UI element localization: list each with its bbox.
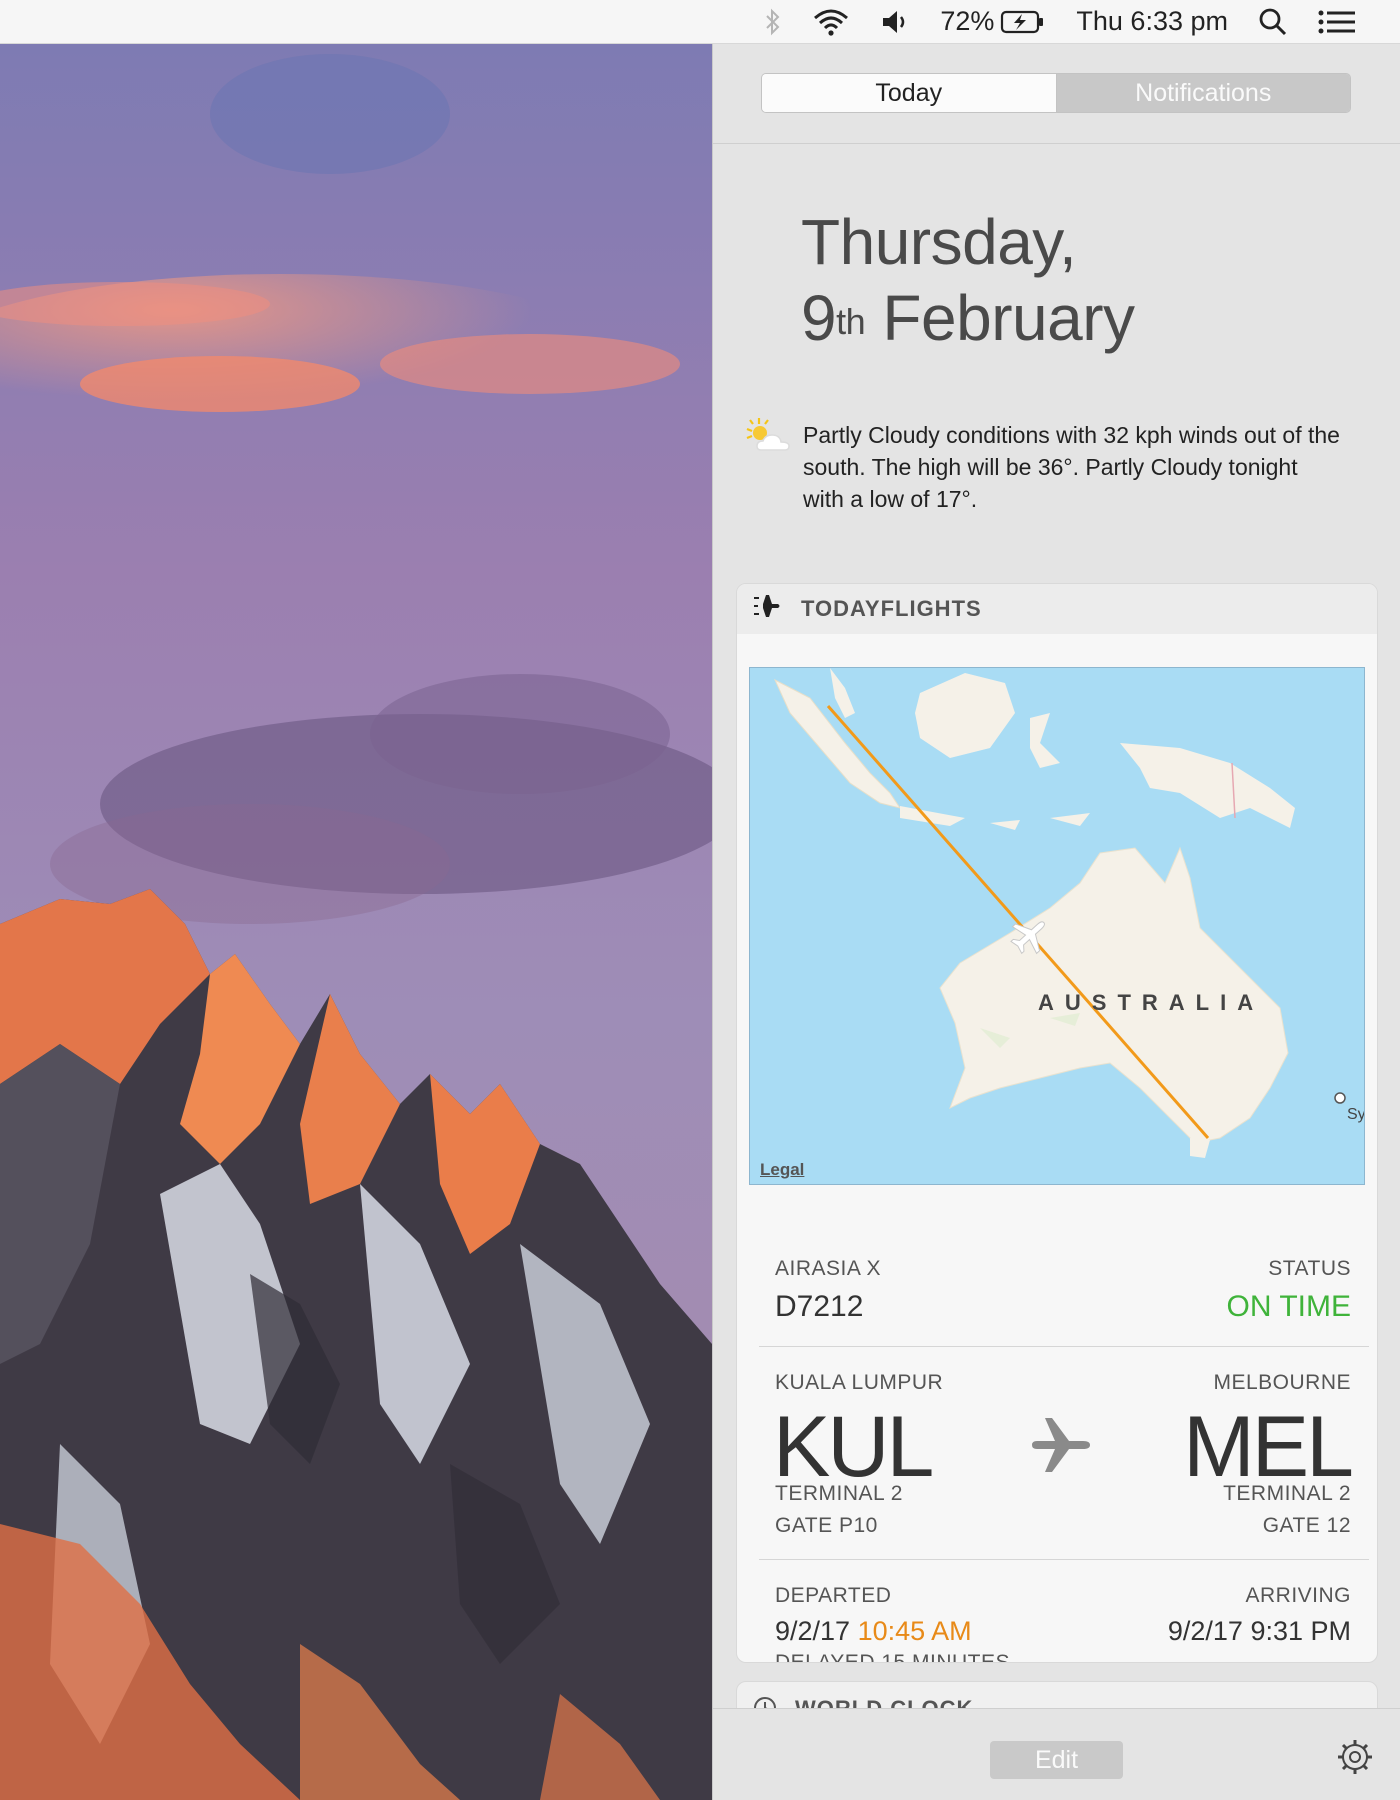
date-month: February (882, 282, 1135, 354)
segmented-control-area: Today Notifications (713, 44, 1400, 144)
origin-code: KUL (773, 1399, 934, 1495)
airplane-icon (1027, 1412, 1093, 1483)
airline-name: AIRASIA X (775, 1257, 882, 1280)
edit-button[interactable]: Edit (990, 1741, 1123, 1779)
origin-city: KUALA LUMPUR (775, 1371, 944, 1394)
map-legal-link[interactable]: Legal (760, 1160, 804, 1180)
date-day: 9 (801, 282, 837, 354)
departed-label: DEPARTED (775, 1584, 892, 1607)
flight-number: D7212 (775, 1290, 864, 1323)
date-heading: Thursday, 9th February (801, 204, 1135, 356)
delay-notice: DELAYED 15 MINUTES (775, 1651, 1011, 1663)
weather-summary: Partly Cloudy conditions with 32 kph win… (803, 422, 1340, 512)
flight-map[interactable]: AUSTRALIA Sy Legal (749, 667, 1365, 1185)
gear-icon[interactable] (1337, 1739, 1373, 1780)
view-segmented-control: Today Notifications (761, 73, 1351, 113)
departed-time: 10:45 AM (857, 1616, 972, 1646)
status-badge: ON TIME (1226, 1290, 1351, 1323)
departed-datetime: 9/2/17 10:45 AM (775, 1616, 972, 1647)
desktop-wallpaper (0, 44, 712, 1800)
departed-date: 9/2/17 (775, 1616, 851, 1646)
wifi-icon[interactable] (812, 7, 850, 37)
widget-header: TODAYFLIGHTS (737, 584, 1377, 634)
date-weekday: Thursday, (801, 206, 1077, 278)
destination-gate: GATE 12 (1262, 1514, 1351, 1537)
airplane-departing-icon (753, 594, 781, 624)
map-region-label: AUSTRALIA (1038, 990, 1265, 1015)
battery-charging-icon (1000, 9, 1046, 35)
destination-city: MELBOURNE (1213, 1371, 1351, 1394)
widget-title: TODAYFLIGHTS (801, 596, 982, 621)
battery-status[interactable]: 72% (940, 6, 1046, 37)
divider (759, 1346, 1369, 1347)
volume-icon[interactable] (880, 8, 910, 36)
partly-cloudy-icon (743, 416, 795, 461)
menubar-clock[interactable]: Thu 6:33 pm (1076, 6, 1228, 37)
bottom-bar: Edit (713, 1708, 1400, 1800)
battery-percent: 72% (940, 6, 995, 36)
tab-today[interactable]: Today (762, 74, 1056, 112)
tab-notifications[interactable]: Notifications (1055, 74, 1350, 112)
spotlight-search-icon[interactable] (1258, 7, 1288, 37)
arriving-datetime: 9/2/17 9:31 PM (1167, 1616, 1351, 1646)
menu-bar: 72% Thu 6:33 pm (0, 0, 1400, 44)
date-day-month: 9th February (801, 280, 1135, 356)
destination-terminal: TERMINAL 2 (1223, 1482, 1351, 1505)
map-city-label: Sy (1347, 1106, 1365, 1123)
divider (759, 1559, 1369, 1560)
origin-terminal: TERMINAL 2 (775, 1482, 903, 1505)
status-label: STATUS (1268, 1257, 1351, 1280)
destination-code: MEL (1183, 1399, 1354, 1495)
arriving-label: ARRIVING (1245, 1584, 1351, 1607)
bluetooth-icon[interactable] (764, 8, 782, 36)
date-suffix: th (836, 301, 866, 342)
origin-gate: GATE P10 (775, 1514, 878, 1537)
notification-center-icon[interactable] (1318, 10, 1356, 34)
notification-center-panel: Today Notifications Thursday, 9th Februa… (712, 44, 1400, 1800)
todayflights-widget: TODAYFLIGHTS AUSTRALIA Sy Legal AIRASIA … (736, 583, 1378, 1663)
